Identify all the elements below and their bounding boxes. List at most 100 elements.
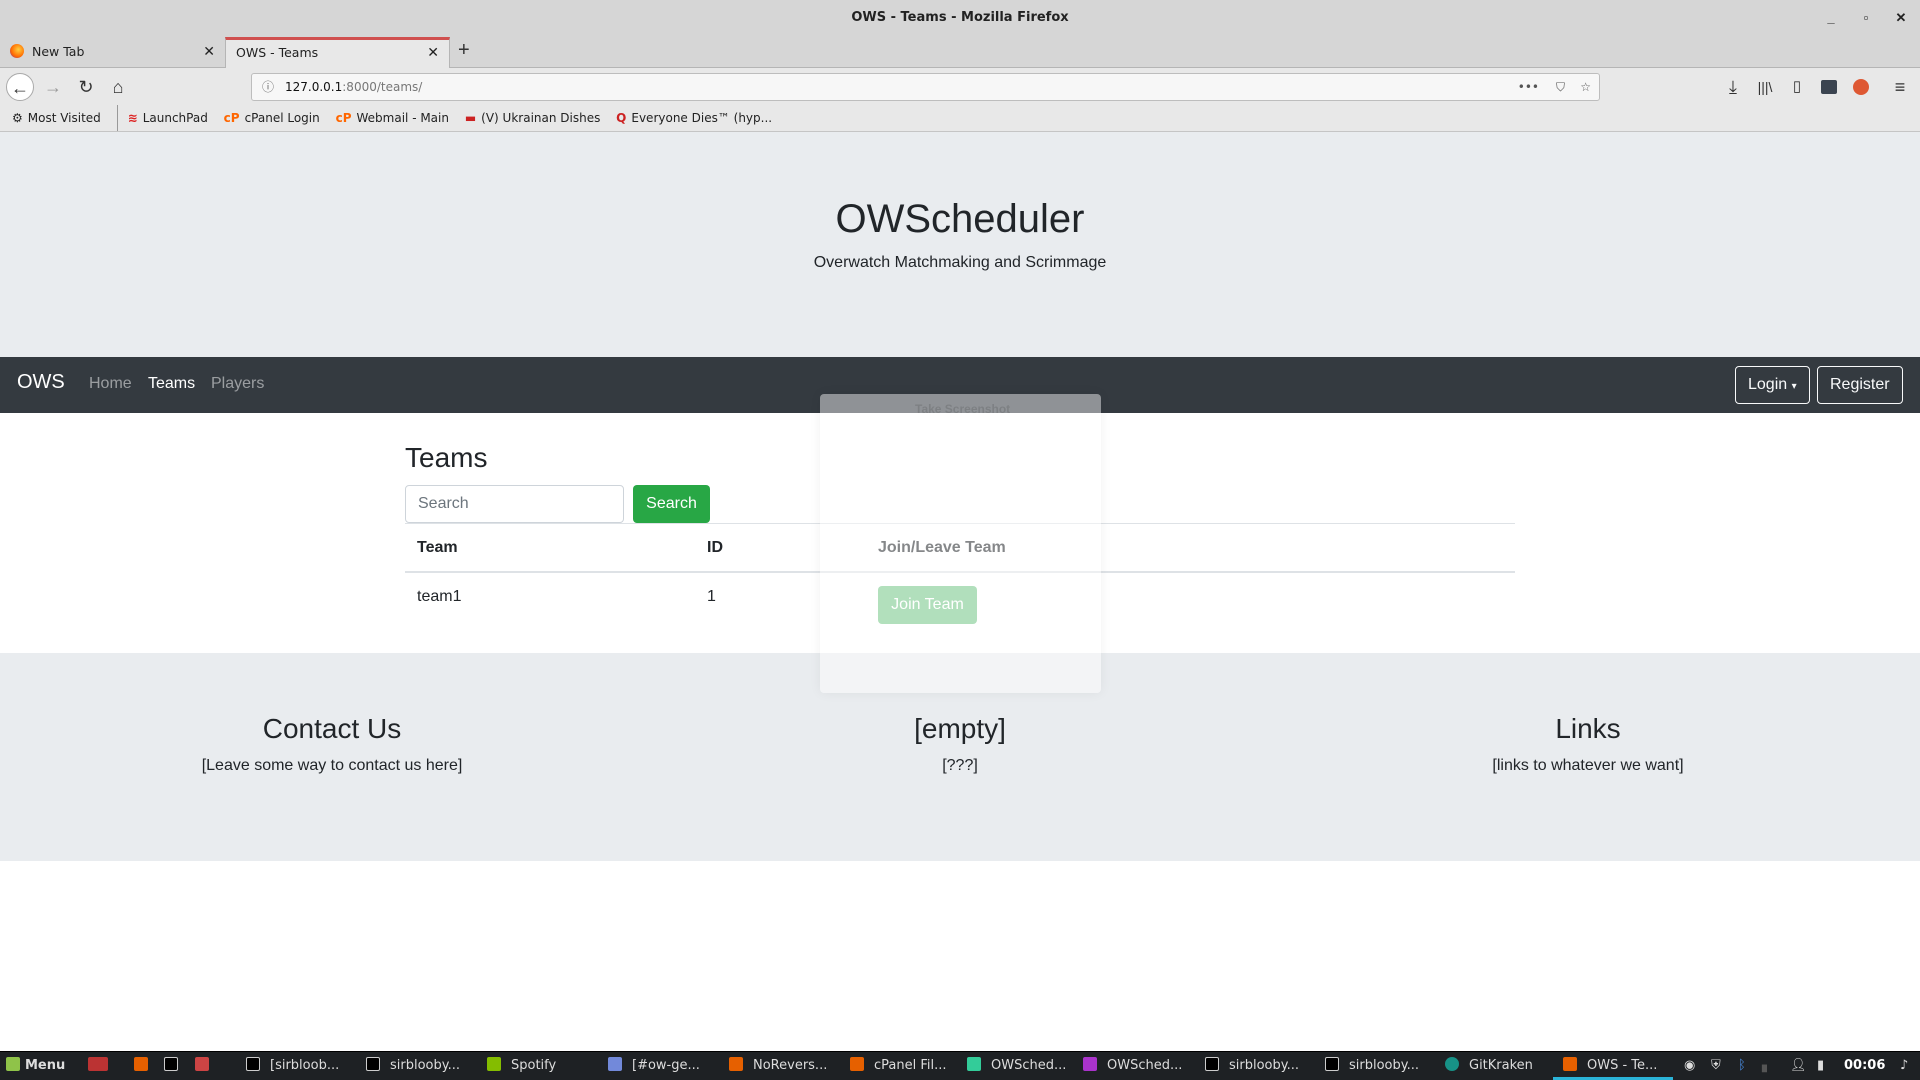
menu-icon[interactable]: ≡ xyxy=(1886,73,1914,101)
footer-text: [???] xyxy=(942,757,978,774)
sidebar-icon[interactable]: ▯ xyxy=(1783,73,1811,101)
site-title: OWScheduler xyxy=(835,197,1085,241)
start-menu-button[interactable]: Menu xyxy=(6,1052,65,1080)
taskbar-item[interactable]: OWSched... xyxy=(1083,1052,1182,1080)
network-icon[interactable]: ▖ xyxy=(1762,1052,1772,1080)
bluetooth-icon[interactable]: ᛒ xyxy=(1738,1052,1746,1080)
launchpad-icon: ≋ xyxy=(127,111,138,125)
gitkraken-icon xyxy=(1445,1057,1459,1071)
firefox-icon xyxy=(850,1057,864,1071)
bookmark-cpanel[interactable]: cP cPanel Login xyxy=(224,105,320,131)
firefox-launcher[interactable] xyxy=(134,1052,158,1080)
nav-home[interactable]: Home xyxy=(89,375,132,393)
discord-tray-icon[interactable]: ◉ xyxy=(1684,1052,1695,1080)
footer-empty: [empty] [???] xyxy=(660,713,1260,775)
taskbar-item[interactable]: OWSched... xyxy=(967,1052,1066,1080)
window-titlebar: OWS - Teams - Mozilla Firefox xyxy=(0,0,1920,37)
caret-down-icon: ▾ xyxy=(1791,381,1797,392)
login-dropdown-button[interactable]: Login ▾ xyxy=(1735,366,1810,404)
taskbar-item[interactable]: sirblooby... xyxy=(366,1052,460,1080)
minimize-button[interactable]: _ xyxy=(1821,8,1841,28)
footer-heading: [empty] xyxy=(914,713,1006,744)
url-bar[interactable]: ⓘ 127.0.0.1:8000/teams/ ••• ⛉ ☆ xyxy=(251,73,1600,101)
footer-text: [links to whatever we want] xyxy=(1492,757,1684,774)
tab-ows-teams[interactable]: OWS - Teams ✕ xyxy=(225,37,450,69)
tab-label: New Tab xyxy=(32,44,85,59)
shield-tray-icon[interactable]: ⛨ xyxy=(1711,1052,1721,1080)
team-id: 1 xyxy=(707,588,716,605)
taskbar: Menu [sirbloob... sirblooby... Spotify [… xyxy=(0,1051,1920,1080)
register-button[interactable]: Register xyxy=(1817,366,1903,404)
new-tab-button[interactable]: + xyxy=(458,39,470,62)
downloads-icon[interactable]: ⤓ xyxy=(1719,73,1747,101)
navbar-brand[interactable]: OWS xyxy=(17,371,65,394)
battery-icon[interactable]: ▮ xyxy=(1817,1052,1824,1080)
desktop-icon xyxy=(88,1057,108,1071)
taskbar-item[interactable]: [#ow-ge... xyxy=(608,1052,700,1080)
tab-new-tab[interactable]: New Tab ✕ xyxy=(0,37,225,68)
page-actions-icon[interactable]: ••• xyxy=(1518,74,1539,100)
files-launcher[interactable] xyxy=(195,1052,219,1080)
bookmark-everyone-dies[interactable]: Q Everyone Dies™ (hyp... xyxy=(616,105,772,131)
team-name: team1 xyxy=(417,588,462,605)
url-host: 127.0.0.1 xyxy=(285,80,343,94)
bookmark-launchpad[interactable]: ≋ LaunchPad xyxy=(116,105,208,131)
column-header-id: ID xyxy=(707,539,723,556)
show-desktop-launcher[interactable] xyxy=(88,1052,118,1080)
close-tab-icon[interactable]: ✕ xyxy=(203,37,215,67)
back-icon[interactable]: ← xyxy=(6,73,34,101)
footer-links: Links [links to whatever we want] xyxy=(1288,713,1888,775)
discord-icon xyxy=(608,1057,622,1071)
cpanel-icon: cP xyxy=(335,111,352,125)
pocket-icon[interactable]: ⛉ xyxy=(1556,74,1565,100)
taskbar-item-active[interactable]: OWS - Te... xyxy=(1553,1052,1673,1080)
taskbar-item[interactable]: NoRevers... xyxy=(729,1052,827,1080)
taskbar-item[interactable]: Spotify xyxy=(487,1052,556,1080)
extension-icon[interactable] xyxy=(1821,80,1837,94)
phpstorm-icon xyxy=(1083,1057,1097,1071)
taskbar-item[interactable]: sirblooby... xyxy=(1325,1052,1419,1080)
bookmark-webmail[interactable]: cP Webmail - Main xyxy=(336,105,449,131)
forward-icon[interactable]: → xyxy=(39,73,67,101)
terminal-icon xyxy=(366,1057,380,1071)
spotify-icon xyxy=(487,1057,501,1071)
bookmark-star-icon[interactable]: ☆ xyxy=(1580,74,1591,100)
site-icon: ▬ xyxy=(464,111,477,125)
url-path: :8000/teams/ xyxy=(342,80,423,94)
nav-players[interactable]: Players xyxy=(211,375,264,393)
browser-toolbar: ← → ↻ ⌂ ⓘ 127.0.0.1:8000/teams/ ••• ⛉ ☆ … xyxy=(0,68,1920,105)
taskbar-item[interactable]: sirblooby... xyxy=(1205,1052,1299,1080)
library-icon[interactable]: |||\ xyxy=(1751,73,1779,101)
nav-teams[interactable]: Teams xyxy=(148,375,195,393)
page-title: Teams xyxy=(405,442,488,473)
bookmark-ukrainan-dishes[interactable]: ▬ (V) Ukrainan Dishes xyxy=(465,105,601,131)
user-icon[interactable]: 👤︎ xyxy=(1790,1052,1807,1080)
column-header-team: Team xyxy=(417,539,458,556)
reload-icon[interactable]: ↻ xyxy=(72,73,100,101)
terminal-launcher[interactable] xyxy=(164,1052,188,1080)
maximize-button[interactable]: ▫ xyxy=(1856,8,1876,28)
bookmarks-bar: ⚙ Most Visited ≋ LaunchPad cP cPanel Login … xyxy=(0,105,1920,132)
taskbar-item[interactable]: GitKraken xyxy=(1445,1052,1533,1080)
search-input[interactable] xyxy=(405,485,624,523)
sound-icon[interactable]: ♪ xyxy=(1900,1052,1908,1080)
terminal-icon xyxy=(246,1057,260,1071)
close-tab-icon[interactable]: ✕ xyxy=(427,40,439,66)
clock[interactable]: 00:06 xyxy=(1844,1052,1885,1080)
taskbar-item[interactable]: [sirbloob... xyxy=(246,1052,339,1080)
jumbotron: OWScheduler Overwatch Matchmaking and Sc… xyxy=(0,132,1920,357)
duckduckgo-icon[interactable] xyxy=(1853,79,1869,95)
home-icon[interactable]: ⌂ xyxy=(104,73,132,101)
bookmark-most-visited[interactable]: ⚙ Most Visited xyxy=(12,105,101,131)
mint-icon xyxy=(6,1057,20,1071)
firefox-icon xyxy=(134,1057,148,1071)
footer-contact: Contact Us [Leave some way to contact us … xyxy=(32,713,632,775)
info-icon[interactable]: ⓘ xyxy=(262,74,274,100)
tab-label: OWS - Teams xyxy=(236,45,319,60)
close-window-button[interactable]: ✕ xyxy=(1891,8,1911,28)
firefox-icon xyxy=(729,1057,743,1071)
taskbar-item[interactable]: cPanel Fil... xyxy=(850,1052,947,1080)
firefox-icon xyxy=(10,44,24,58)
terminal-icon xyxy=(164,1057,178,1071)
search-button[interactable]: Search xyxy=(633,485,710,523)
